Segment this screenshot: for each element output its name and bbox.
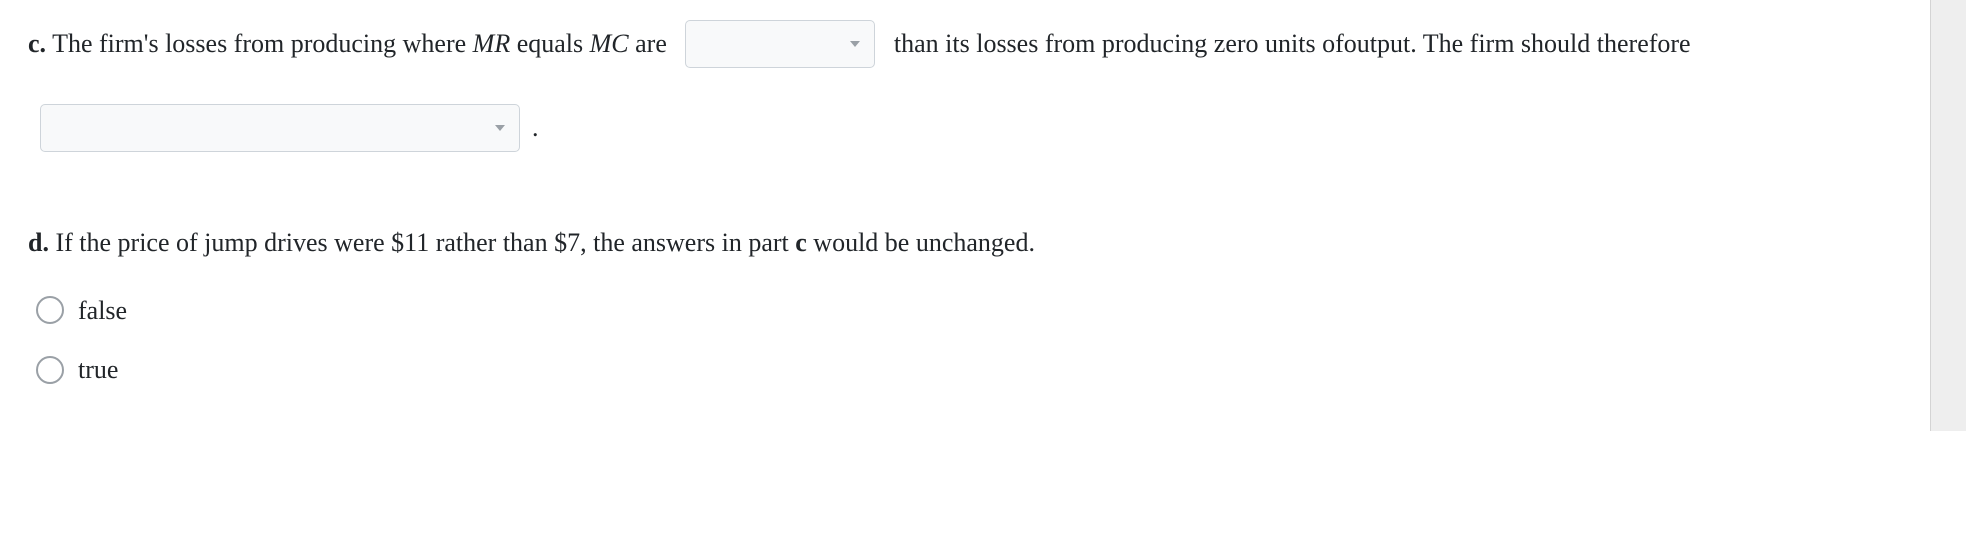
caret-down-icon xyxy=(495,125,505,131)
text-segment: would be unchanged. xyxy=(807,222,1035,264)
mr-term: MR xyxy=(473,23,511,65)
radio-option-false[interactable]: false xyxy=(36,290,1902,332)
c-reference: c xyxy=(795,222,807,264)
text-segment: equals xyxy=(510,23,589,65)
text-segment: The firm's losses from producing where xyxy=(46,23,473,65)
question-c-text: c. The firm's losses from producing wher… xyxy=(28,20,1902,152)
text-segment: . xyxy=(532,107,539,149)
part-label-c: c. xyxy=(28,23,46,65)
mc-term: MC xyxy=(590,23,629,65)
text-segment: output. The firm should therefore xyxy=(1344,23,1697,65)
radio-circle-icon xyxy=(36,356,64,384)
text-segment: than its losses from producing zero unit… xyxy=(887,23,1343,65)
text-segment: are xyxy=(629,23,674,65)
dropdown-comparison[interactable] xyxy=(685,20,875,68)
radio-label-false: false xyxy=(78,290,127,332)
question-d: d. If the price of jump drives were $11 … xyxy=(28,222,1902,391)
part-label-d: d. xyxy=(28,222,49,264)
caret-down-icon xyxy=(850,41,860,47)
radio-circle-icon xyxy=(36,296,64,324)
side-strip xyxy=(1930,0,1966,431)
radio-option-true[interactable]: true xyxy=(36,349,1902,391)
radio-options: false true xyxy=(28,290,1902,391)
dropdown-decision[interactable] xyxy=(40,104,520,152)
question-d-text: d. If the price of jump drives were $11 … xyxy=(28,222,1902,264)
question-c: c. The firm's losses from producing wher… xyxy=(28,20,1902,152)
text-segment: If the price of jump drives were $11 rat… xyxy=(49,222,795,264)
radio-label-true: true xyxy=(78,349,118,391)
question-content: c. The firm's losses from producing wher… xyxy=(0,0,1930,431)
